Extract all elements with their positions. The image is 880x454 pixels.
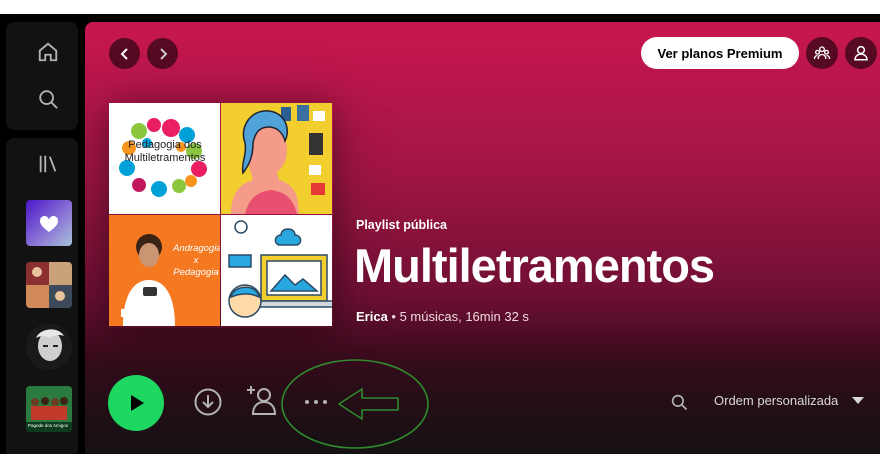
annotation-overlay xyxy=(281,359,429,449)
annotation-circle xyxy=(281,359,429,449)
annotation-arrow-icon xyxy=(338,388,399,420)
